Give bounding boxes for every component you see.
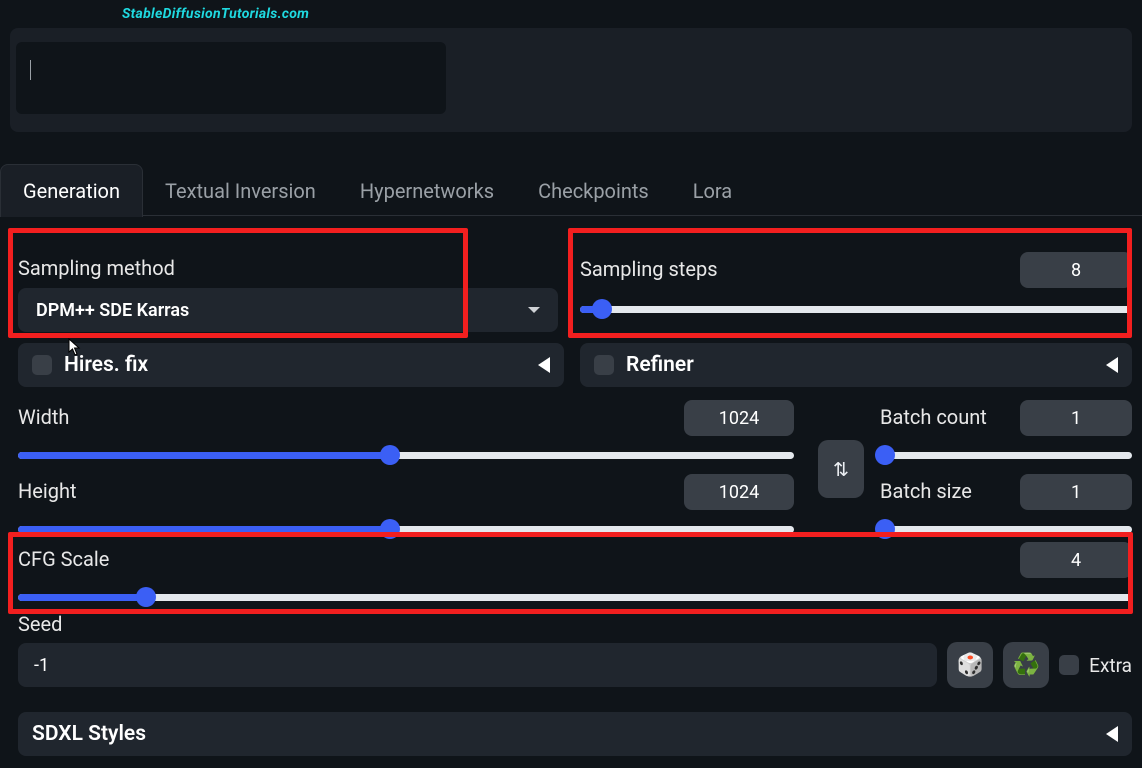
- text-cursor: [30, 60, 31, 80]
- tab-checkpoints[interactable]: Checkpoints: [516, 165, 671, 217]
- prompt-textarea-wrap: [10, 28, 1132, 132]
- height-label: Height: [18, 479, 77, 505]
- sampling-method-dropdown[interactable]: DPM++ SDE Karras: [18, 288, 558, 332]
- collapse-left-icon: [538, 357, 550, 373]
- extra-label: Extra: [1089, 654, 1132, 677]
- cfg-scale-label: CFG Scale: [18, 547, 109, 573]
- refiner-panel[interactable]: Refiner: [580, 343, 1132, 387]
- batch-size-label: Batch size: [880, 479, 972, 505]
- cfg-scale-slider[interactable]: [18, 590, 1132, 604]
- tab-generation[interactable]: Generation: [0, 164, 143, 217]
- sampling-method-label: Sampling method: [18, 256, 558, 282]
- hires-fix-checkbox[interactable]: [32, 355, 52, 375]
- batch-count-slider[interactable]: [880, 448, 1132, 462]
- batch-size-slider[interactable]: [880, 522, 1132, 536]
- sampling-steps-label: Sampling steps: [580, 257, 718, 283]
- hires-fix-panel[interactable]: Hires. fix: [18, 343, 564, 387]
- seed-label: Seed: [18, 612, 1132, 638]
- width-label: Width: [18, 405, 69, 431]
- seed-random-button[interactable]: 🎲: [947, 642, 993, 688]
- swap-icon: ⇅: [833, 458, 849, 481]
- tab-textual-inversion[interactable]: Textual Inversion: [143, 165, 338, 217]
- sampling-steps-slider[interactable]: [580, 302, 1132, 316]
- tab-hypernetworks[interactable]: Hypernetworks: [338, 165, 516, 217]
- width-slider[interactable]: [18, 448, 794, 462]
- dice-icon: 🎲: [956, 653, 983, 678]
- sampling-steps-value[interactable]: 8: [1020, 252, 1132, 288]
- recycle-icon: ♻️: [1012, 653, 1039, 678]
- batch-count-value[interactable]: 1: [1020, 400, 1132, 436]
- sampling-method-value: DPM++ SDE Karras: [36, 300, 189, 321]
- extra-checkbox[interactable]: [1059, 655, 1079, 675]
- hires-fix-label: Hires. fix: [64, 353, 148, 377]
- refiner-label: Refiner: [626, 353, 694, 377]
- cfg-scale-value[interactable]: 4: [1020, 542, 1132, 578]
- seed-reuse-button[interactable]: ♻️: [1003, 642, 1049, 688]
- sdxl-styles-label: SDXL Styles: [32, 722, 146, 746]
- sdxl-styles-panel[interactable]: SDXL Styles: [18, 712, 1132, 756]
- seed-input[interactable]: -1: [18, 643, 937, 687]
- tabs-bar: Generation Textual Inversion Hypernetwor…: [0, 166, 1142, 216]
- chevron-down-icon: [528, 307, 540, 313]
- tab-lora[interactable]: Lora: [671, 165, 754, 217]
- prompt-textarea[interactable]: [16, 42, 446, 114]
- width-value[interactable]: 1024: [684, 400, 794, 436]
- collapse-left-icon: [1106, 357, 1118, 373]
- collapse-left-icon: [1106, 726, 1118, 742]
- refiner-checkbox[interactable]: [594, 355, 614, 375]
- height-slider[interactable]: [18, 522, 794, 536]
- batch-count-label: Batch count: [880, 405, 987, 431]
- batch-size-value[interactable]: 1: [1020, 474, 1132, 510]
- height-value[interactable]: 1024: [684, 474, 794, 510]
- swap-dimensions-button[interactable]: ⇅: [818, 440, 864, 498]
- site-watermark: StableDiffusionTutorials.com: [122, 6, 309, 22]
